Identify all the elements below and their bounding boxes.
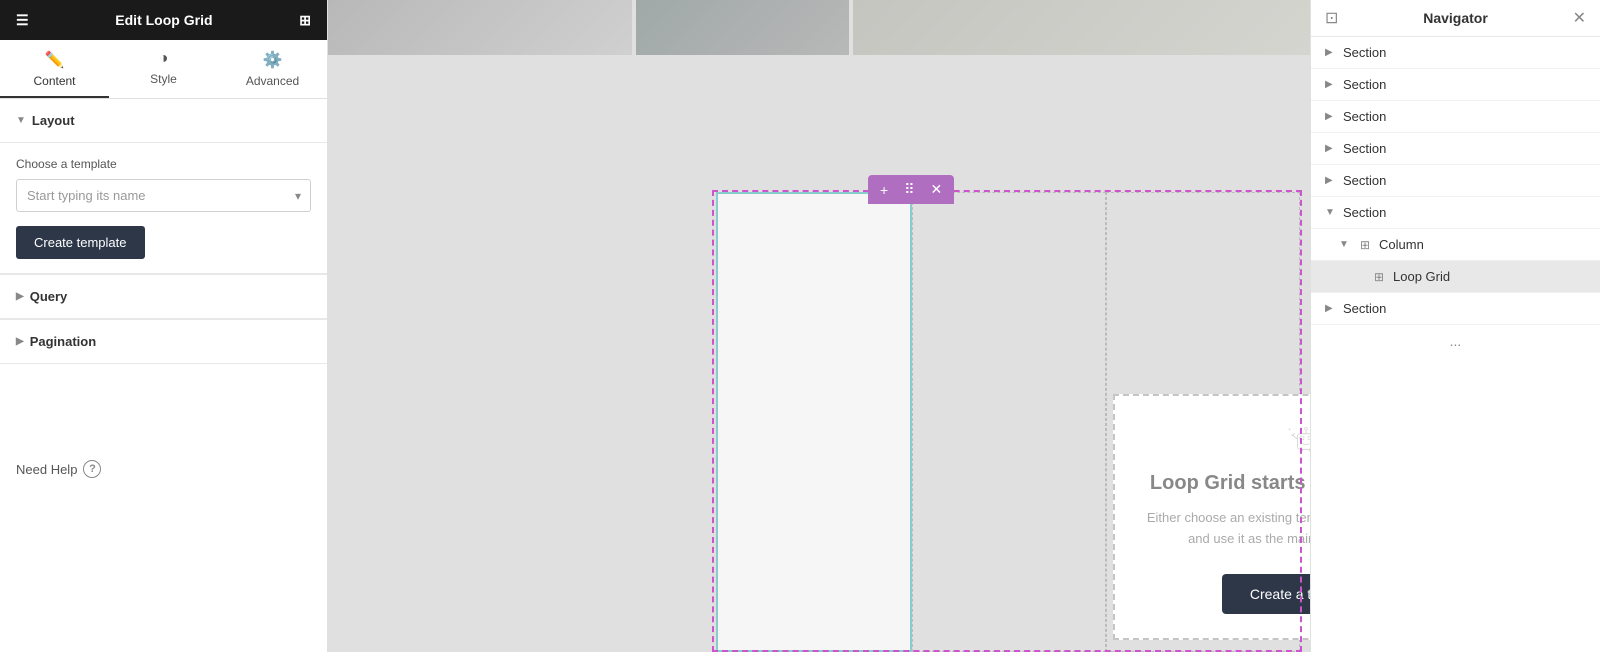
choose-template-label: Choose a template (16, 157, 311, 171)
need-help[interactable]: Need Help ? (0, 444, 327, 494)
section7-label: Section (1343, 301, 1386, 316)
loop-grid-card-title: Loop Grid starts with a template. (1150, 470, 1310, 496)
nav-item-section-5[interactable]: ▶ Section (1311, 165, 1600, 197)
toolbar-close-button[interactable]: ✕ (926, 179, 946, 200)
template-select-wrapper: Start typing its name ▾ (16, 179, 311, 212)
layout-label: Layout (32, 113, 75, 128)
need-help-label: Need Help (16, 462, 77, 477)
loop-grid-empty-state: ✦ ✦ Loop Grid starts with a template. Ei… (1113, 394, 1310, 640)
pagination-arrow: ▶ (16, 336, 24, 347)
navigator-body: ▶ Section ▶ Section ▶ Section ▶ Section … (1311, 37, 1600, 652)
nav-item-section-7[interactable]: ▶ Section (1311, 293, 1600, 325)
query-arrow: ▶ (16, 291, 24, 302)
canvas-columns: ✦ ✦ Loop Grid starts with a template. Ei… (716, 192, 1300, 652)
loopgrid-label: Loop Grid (1393, 269, 1450, 284)
tab-content-label: Content (33, 74, 75, 88)
nav-item-section-4[interactable]: ▶ Section (1311, 133, 1600, 165)
navigator-more-dots[interactable]: ... (1311, 325, 1600, 357)
nav-item-section-6[interactable]: ▼ Section (1311, 197, 1600, 229)
loopgrid-icon: ⊞ (1371, 270, 1387, 284)
content-icon: ✏️ (45, 50, 65, 70)
loop-grid-illustration: ✦ ✦ (1246, 420, 1311, 454)
main-canvas: + ⠿ ✕ (328, 0, 1310, 652)
help-icon: ? (83, 460, 101, 478)
column-arrow: ▼ (1339, 239, 1351, 250)
panel-tabs: ✏️ Content ◑ Style ⚙️ Advanced (0, 40, 327, 99)
toolbar-add-button[interactable]: + (876, 180, 892, 200)
navigator-panel: ⊡ Navigator ✕ ▶ Section ▶ Section ▶ Sect… (1310, 0, 1600, 652)
pagination-section-header[interactable]: ▶ Pagination (0, 320, 327, 364)
panel-title: Edit Loop Grid (29, 12, 300, 28)
style-icon: ◑ (159, 50, 169, 68)
nav-item-section-3[interactable]: ▶ Section (1311, 101, 1600, 133)
tab-advanced-label: Advanced (246, 74, 299, 88)
navigator-title: Navigator (1338, 10, 1572, 26)
advanced-icon: ⚙️ (263, 50, 283, 70)
pagination-label: Pagination (30, 334, 96, 349)
section4-arrow: ▶ (1325, 143, 1337, 154)
nav-item-section-2[interactable]: ▶ Section (1311, 69, 1600, 101)
panel-header: ☰ Edit Loop Grid ⊞ (0, 0, 327, 40)
canvas-photos (328, 0, 1310, 55)
tab-style-label: Style (150, 72, 177, 86)
create-template-button[interactable]: Create template (16, 226, 145, 259)
section1-label: Section (1343, 45, 1386, 60)
tab-style[interactable]: ◑ Style (109, 40, 218, 98)
loopgrid-arrow: ▶ (1353, 271, 1365, 282)
navigator-close-button[interactable]: ✕ (1573, 8, 1586, 28)
query-section-header[interactable]: ▶ Query (0, 275, 327, 319)
nav-item-loop-grid[interactable]: ▶ ⊞ Loop Grid (1311, 261, 1600, 293)
section7-arrow: ▶ (1325, 303, 1337, 314)
template-select[interactable]: Start typing its name (16, 179, 311, 212)
canvas-col-1: ✦ ✦ Loop Grid starts with a template. Ei… (716, 192, 912, 652)
photo-block-1 (328, 0, 632, 55)
canvas-col-2 (912, 192, 1106, 652)
loop-grid-toolbar: + ⠿ ✕ (868, 175, 954, 204)
column-icon: ⊞ (1357, 238, 1373, 252)
grid-icon[interactable]: ⊞ (299, 12, 311, 29)
section5-arrow: ▶ (1325, 175, 1337, 186)
left-panel: ☰ Edit Loop Grid ⊞ ✏️ Content ◑ Style ⚙️… (0, 0, 328, 652)
loop-grid-create-button[interactable]: Create a template (1222, 574, 1310, 614)
section3-label: Section (1343, 109, 1386, 124)
toolbar-move-button[interactable]: ⠿ (900, 179, 918, 200)
section6-arrow: ▼ (1325, 207, 1337, 218)
photo-block-2 (636, 0, 849, 55)
tab-content[interactable]: ✏️ Content (0, 40, 109, 98)
photo-block-3 (853, 0, 1310, 55)
section4-label: Section (1343, 141, 1386, 156)
navigator-collapse-icon[interactable]: ⊡ (1325, 8, 1338, 28)
layout-arrow: ▼ (16, 115, 26, 126)
column-label: Column (1379, 237, 1424, 252)
layout-section-header[interactable]: ▼ Layout (0, 99, 327, 143)
loop-grid-card-description: Either choose an existing template or cr… (1139, 508, 1310, 550)
section6-label: Section (1343, 205, 1386, 220)
svg-text:✦: ✦ (1288, 427, 1291, 431)
navigator-header: ⊡ Navigator ✕ (1311, 0, 1600, 37)
section2-arrow: ▶ (1325, 79, 1337, 90)
hamburger-icon[interactable]: ☰ (16, 12, 29, 29)
section1-arrow: ▶ (1325, 47, 1337, 58)
section2-label: Section (1343, 77, 1386, 92)
layout-section-content: Choose a template Start typing its name … (0, 143, 327, 274)
nav-item-column[interactable]: ▼ ⊞ Column (1311, 229, 1600, 261)
query-label: Query (30, 289, 68, 304)
panel-body: ▼ Layout Choose a template Start typing … (0, 99, 327, 652)
nav-item-section-1[interactable]: ▶ Section (1311, 37, 1600, 69)
tab-advanced[interactable]: ⚙️ Advanced (218, 40, 327, 98)
section3-arrow: ▶ (1325, 111, 1337, 122)
section5-label: Section (1343, 173, 1386, 188)
